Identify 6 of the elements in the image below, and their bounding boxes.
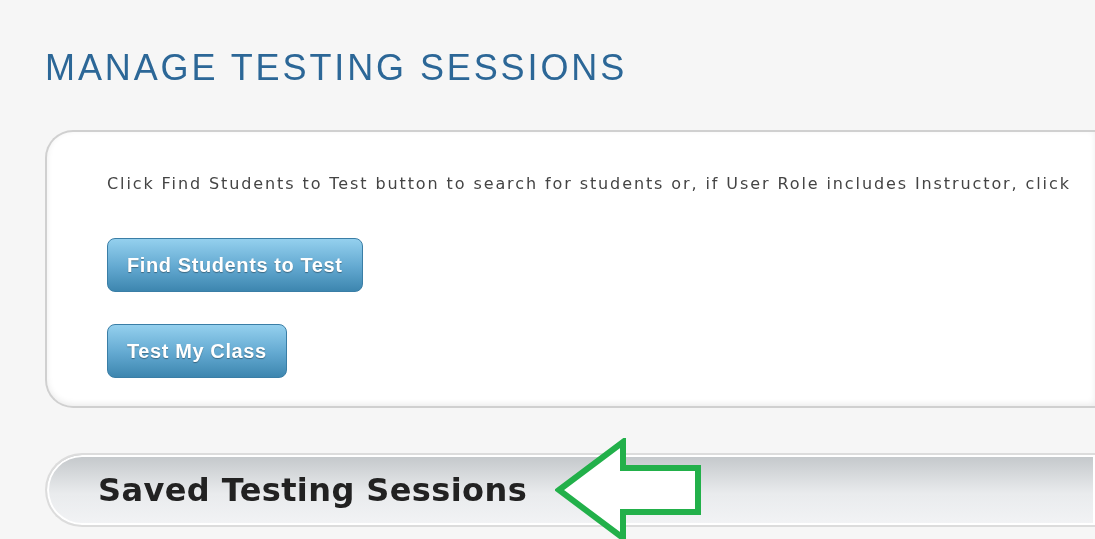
action-button[interactable]: Test My Class [107, 324, 287, 378]
arrow-icon [555, 438, 703, 539]
page-title: MANAGE TESTING SESSIONS [45, 46, 628, 90]
instructions-text: Click Find Students to Test button to search for students or, if User Role includes Instructor, click [107, 174, 1072, 193]
section-heading: Saved Testing Sessions [98, 471, 528, 509]
action-button[interactable]: Find Students to Test [107, 238, 363, 292]
